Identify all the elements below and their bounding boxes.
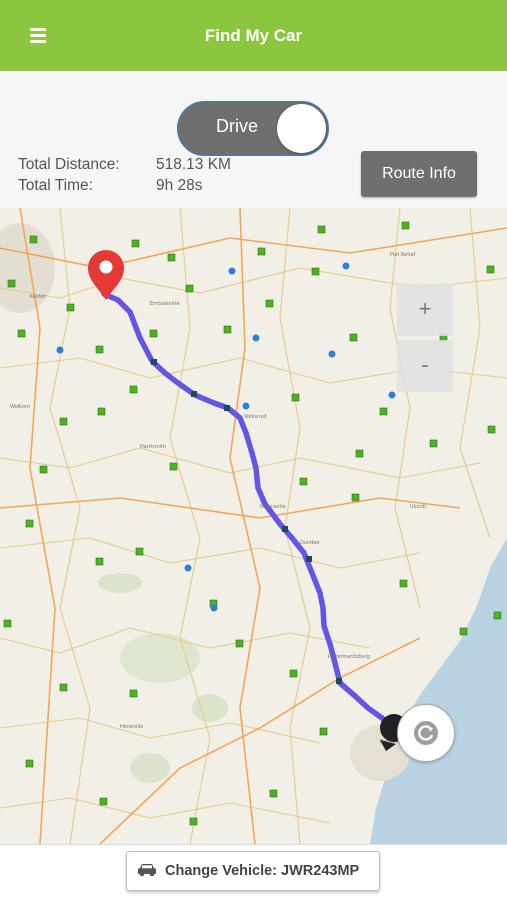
drive-toggle[interactable]: Drive bbox=[177, 101, 329, 156]
svg-text:Koster: Koster bbox=[30, 294, 47, 300]
change-vehicle-button[interactable]: Change Vehicle: JWR243MP bbox=[126, 851, 380, 891]
svg-text:Harrismith: Harrismith bbox=[140, 444, 166, 450]
start-pin-marker bbox=[88, 250, 124, 300]
map-view[interactable]: Koster Embalenhle Volksrust Newcastle Dunde… bbox=[0, 208, 507, 844]
recenter-button[interactable] bbox=[397, 704, 455, 762]
change-vehicle-label: Change Vehicle: JWR243MP bbox=[165, 863, 360, 879]
waypoint bbox=[282, 526, 288, 532]
park-area bbox=[120, 633, 200, 683]
svg-text:Embalenhle: Embalenhle bbox=[150, 301, 180, 307]
svg-text:Newcastle: Newcastle bbox=[260, 504, 286, 510]
waypoint bbox=[191, 391, 197, 397]
park-area bbox=[98, 573, 142, 593]
footer-bar: Change Vehicle: JWR243MP bbox=[0, 844, 507, 900]
total-distance-value: 518.13 KM bbox=[156, 156, 231, 173]
park-area bbox=[130, 753, 170, 783]
svg-text:Volksrust: Volksrust bbox=[244, 414, 267, 420]
waypoint bbox=[151, 359, 157, 365]
svg-text:Pietermaritzburg: Pietermaritzburg bbox=[328, 654, 370, 660]
park-area bbox=[192, 694, 228, 722]
app-title: Find My Car bbox=[204, 26, 303, 45]
total-distance-label: Total Distance: bbox=[18, 156, 120, 173]
zoom-in-button[interactable]: + bbox=[397, 284, 453, 336]
drive-toggle-label: Drive bbox=[216, 116, 259, 136]
sea-area bbox=[370, 538, 507, 844]
place-labels: Koster Embalenhle Volksrust Newcastle Dunde… bbox=[10, 252, 426, 745]
recenter-icon bbox=[414, 721, 438, 745]
car-icon bbox=[138, 864, 156, 877]
waypoint bbox=[224, 405, 230, 411]
zoom-out-button[interactable]: - bbox=[397, 340, 453, 392]
waypoint bbox=[336, 678, 342, 684]
svg-text:Welkom: Welkom bbox=[10, 404, 30, 410]
svg-text:Himeville: Himeville bbox=[120, 724, 143, 730]
total-time-label: Total Time: bbox=[18, 177, 93, 194]
route-controls: Drive Total Distance: 518.13 KM Total Ti… bbox=[0, 71, 507, 208]
svg-text:Ulundi: Ulundi bbox=[410, 504, 426, 510]
toggle-knob[interactable] bbox=[277, 104, 326, 153]
svg-text:Dundee: Dundee bbox=[300, 540, 320, 546]
total-time-value: 9h 28s bbox=[156, 177, 203, 194]
app-bar: Find My Car bbox=[0, 0, 507, 71]
waypoint bbox=[306, 556, 312, 562]
road-markers bbox=[56, 262, 396, 612]
svg-text:Piet Retief: Piet Retief bbox=[390, 252, 416, 258]
urban-area bbox=[0, 223, 55, 313]
route-info-button[interactable]: Route Info bbox=[361, 151, 477, 197]
